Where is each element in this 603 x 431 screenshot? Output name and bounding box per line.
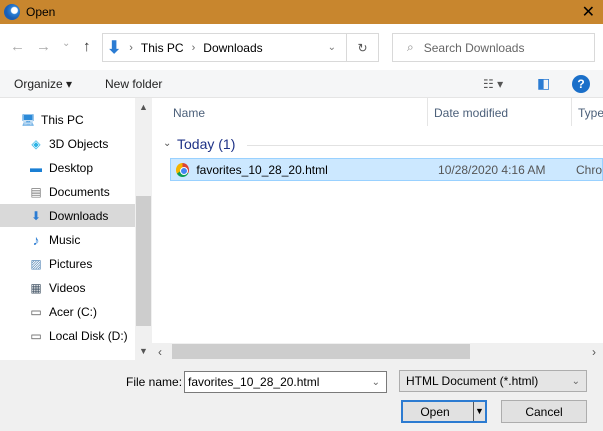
- file-date: 10/28/2020 4:16 AM: [438, 162, 546, 177]
- sidebar-item-label: Downloads: [49, 208, 109, 223]
- sidebar-item-label: This PC: [41, 112, 84, 127]
- drive-icon: ▭: [30, 304, 42, 319]
- navigation-pane: 🖥 This PC ◈ 3D Objects ▬ Desktop ▤ Documents…: [0, 98, 152, 360]
- chevron-right-icon: ›: [129, 41, 133, 54]
- scroll-down-icon[interactable]: ▼: [139, 346, 148, 356]
- open-dropdown-icon[interactable]: ▼: [473, 402, 485, 421]
- column-header-name[interactable]: Name: [173, 106, 205, 120]
- open-label: Open: [420, 404, 450, 419]
- chevron-right-icon: ›: [191, 41, 196, 54]
- chevron-down-icon[interactable]: ⌄: [372, 377, 380, 388]
- music-icon: ♪: [32, 231, 40, 248]
- sidebar-item-label: Acer (C:): [49, 304, 97, 319]
- edge-logo-icon: [4, 4, 20, 20]
- view-options-button[interactable]: ☷ ▾: [483, 77, 503, 91]
- file-name-value: favorites_10_28_20.html: [188, 375, 320, 389]
- file-name: favorites_10_28_20.html: [196, 162, 328, 177]
- group-divider: [247, 145, 603, 146]
- back-button[interactable]: ←: [10, 38, 25, 55]
- file-name-input[interactable]: favorites_10_28_20.html ⌄: [184, 371, 387, 393]
- sidebar-item-label: Local Disk (D:): [49, 328, 128, 343]
- refresh-button[interactable]: ↻: [346, 34, 378, 61]
- new-folder-button[interactable]: New folder: [105, 77, 162, 91]
- downloads-icon: ⬇: [30, 208, 42, 223]
- forward-button[interactable]: →: [36, 38, 51, 55]
- window-title: Open: [26, 5, 56, 19]
- sidebar-item-label: Desktop: [49, 160, 94, 175]
- 3d-objects-icon: ◈: [31, 136, 41, 151]
- sidebar-item-music[interactable]: ♪ Music: [0, 228, 135, 251]
- open-button[interactable]: Open ▼: [401, 400, 487, 423]
- help-button[interactable]: ?: [572, 75, 590, 93]
- sidebar-item-local-disk-d[interactable]: ▭ Local Disk (D:): [0, 324, 135, 347]
- chevron-down-icon[interactable]: ⌄: [572, 376, 580, 387]
- sidebar-item-label: 3D Objects: [49, 136, 109, 151]
- breadcrumb-downloads[interactable]: Downloads: [203, 41, 262, 55]
- scrollbar-thumb[interactable]: [172, 344, 470, 359]
- title-bar: Open ✕: [0, 0, 603, 24]
- drive-icon: ▭: [30, 328, 42, 343]
- file-list: Name Date modified Type ⌄ Today (1) favo…: [152, 98, 603, 343]
- search-input[interactable]: ⌕ Search Downloads: [392, 33, 595, 62]
- horizontal-scrollbar[interactable]: ‹ ›: [152, 343, 603, 360]
- recent-locations-button[interactable]: ⌄: [62, 38, 70, 49]
- downloads-icon: ⬇: [107, 37, 122, 57]
- sidebar-item-videos[interactable]: ▦ Videos: [0, 276, 135, 299]
- file-row[interactable]: favorites_10_28_20.html 10/28/2020 4:16 …: [170, 158, 603, 181]
- file-type-value: HTML Document (*.html): [406, 374, 539, 388]
- sidebar-item-downloads[interactable]: ⬇ Downloads: [0, 204, 135, 227]
- sidebar-scrollbar[interactable]: ▲ ▼: [135, 98, 152, 360]
- scroll-up-icon[interactable]: ▲: [139, 102, 148, 112]
- column-divider[interactable]: [427, 98, 428, 126]
- sidebar-item-documents[interactable]: ▤ Documents: [0, 180, 135, 203]
- videos-icon: ▦: [30, 280, 42, 295]
- chrome-file-icon: [176, 162, 190, 177]
- sidebar-item-acer-c[interactable]: ▭ Acer (C:): [0, 300, 135, 323]
- column-divider[interactable]: [571, 98, 572, 126]
- group-header-today[interactable]: Today (1): [177, 136, 235, 152]
- search-icon: ⌕: [407, 40, 414, 54]
- sidebar-item-3d-objects[interactable]: ◈ 3D Objects: [0, 132, 135, 155]
- computer-icon: 🖥: [20, 112, 36, 127]
- column-header-type[interactable]: Type: [578, 106, 603, 120]
- sidebar-item-pictures[interactable]: ▨ Pictures: [0, 252, 135, 275]
- file-name-label: File name:: [126, 375, 183, 389]
- dialog-footer: File name: favorites_10_28_20.html ⌄ HTM…: [0, 360, 603, 431]
- scrollbar-thumb[interactable]: [136, 196, 151, 326]
- desktop-icon: ▬: [30, 160, 42, 175]
- sidebar-item-this-pc[interactable]: 🖥 This PC: [0, 108, 135, 131]
- collapse-group-icon[interactable]: ⌄: [163, 138, 171, 149]
- close-button[interactable]: ✕: [582, 2, 595, 22]
- scroll-right-icon[interactable]: ›: [592, 345, 596, 359]
- column-header-date-modified[interactable]: Date modified: [434, 106, 508, 120]
- sidebar-item-label: Documents: [49, 184, 110, 199]
- sidebar-item-desktop[interactable]: ▬ Desktop: [0, 156, 135, 179]
- organize-button[interactable]: Organize ▾: [14, 77, 72, 91]
- file-type-select[interactable]: HTML Document (*.html) ⌄: [399, 370, 587, 392]
- file-type: Chro: [575, 162, 602, 177]
- chevron-down-icon[interactable]: ⌄: [328, 42, 336, 53]
- toolbar: Organize ▾ New folder ☷ ▾ ◧ ?: [0, 70, 603, 98]
- documents-icon: ▤: [30, 184, 42, 199]
- sidebar-item-label: Music: [49, 232, 81, 247]
- scroll-left-icon[interactable]: ‹: [158, 345, 162, 359]
- cancel-button[interactable]: Cancel: [501, 400, 587, 423]
- sidebar-item-label: Pictures: [49, 256, 93, 271]
- up-button[interactable]: ↑: [83, 38, 91, 55]
- breadcrumb-this-pc[interactable]: This PC: [141, 41, 184, 55]
- address-bar[interactable]: ⬇ › This PC › Downloads ⌄ ↻: [102, 33, 379, 62]
- search-placeholder: Search Downloads: [423, 40, 525, 55]
- sidebar-item-label: Videos: [49, 280, 86, 295]
- preview-pane-button[interactable]: ◧: [537, 75, 550, 92]
- pictures-icon: ▨: [30, 256, 42, 271]
